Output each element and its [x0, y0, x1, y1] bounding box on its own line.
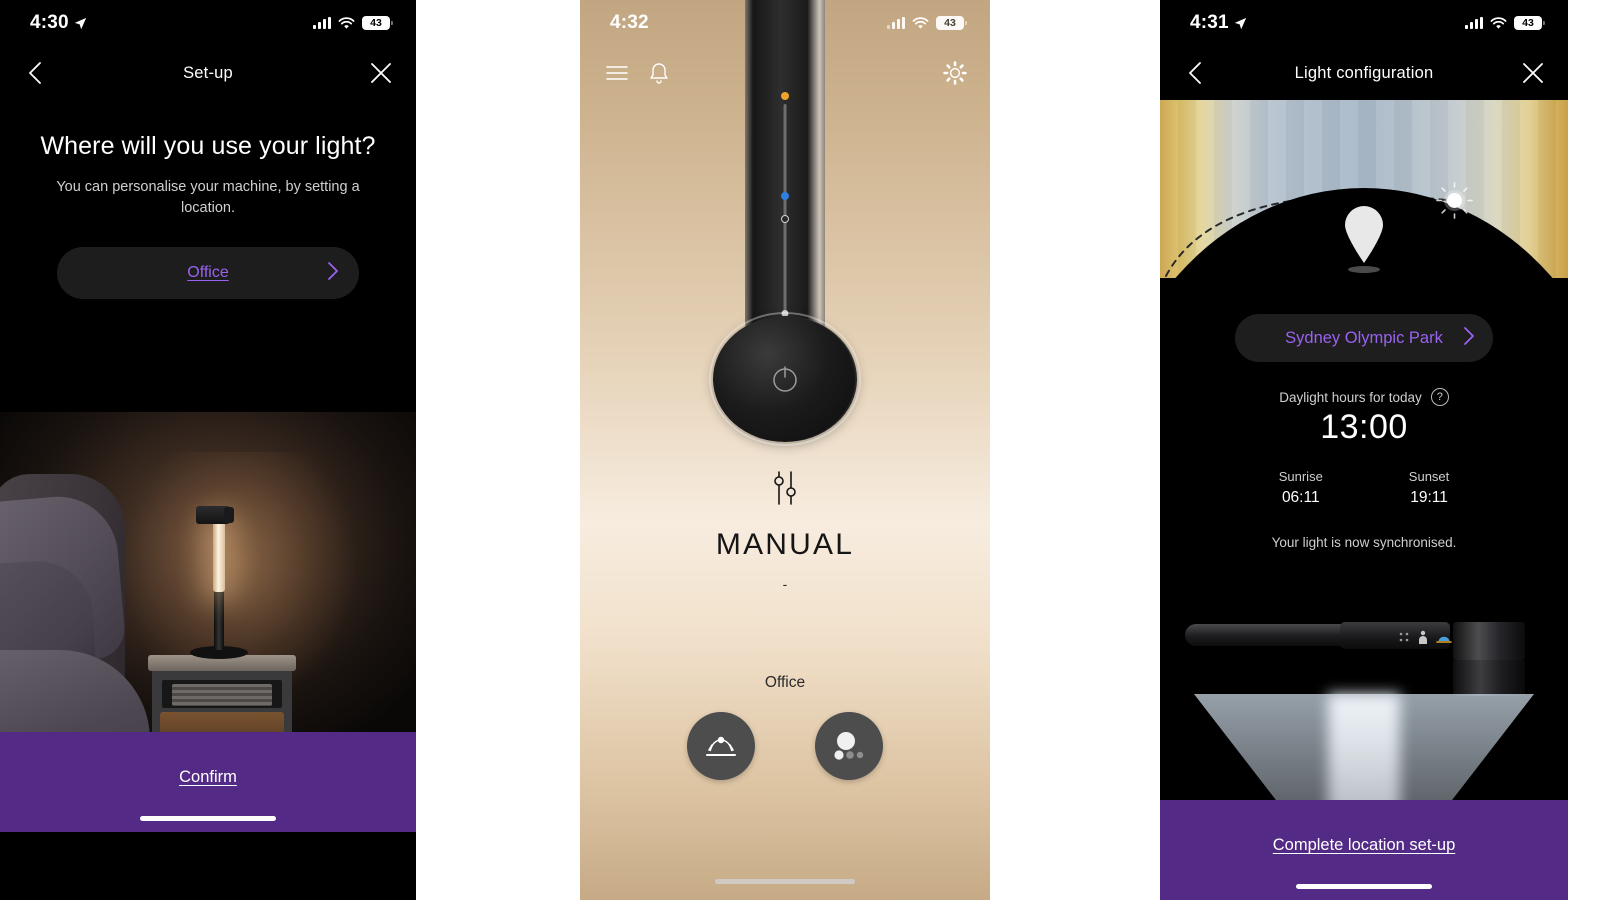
map-pin-icon: [1345, 206, 1383, 263]
person-icon: [1419, 630, 1427, 644]
knob-highlight-ring: [709, 312, 861, 446]
sliders-icon[interactable]: [580, 470, 990, 506]
ring-dot-icon[interactable]: [781, 215, 789, 223]
sunset-block: Sunset 19:11: [1409, 469, 1449, 507]
location-select-button[interactable]: Sydney Olympic Park: [1235, 314, 1493, 362]
status-bar: 4:32 43: [580, 0, 990, 46]
product-beam-image: [1160, 596, 1568, 800]
bell-icon[interactable]: [646, 60, 672, 86]
location-arrow-icon: [74, 17, 87, 29]
screen-control: 4:32 43 MANUAL - Office: [580, 0, 990, 900]
status-left: 4:30: [30, 12, 87, 34]
power-button[interactable]: [709, 312, 861, 446]
location-value: Office: [187, 264, 229, 282]
sun-path-graphic: [1160, 100, 1568, 278]
status-bar: 4:31 43: [1160, 0, 1568, 46]
wifi-icon: [338, 16, 355, 29]
action-buttons: [580, 712, 990, 780]
status-bar: 4:30 43: [0, 0, 416, 46]
status-time: 4:30: [30, 12, 69, 33]
complete-location-setup-button[interactable]: Complete location set-up: [1160, 800, 1568, 900]
mode-block: MANUAL -: [580, 470, 990, 592]
stacked-books: [172, 684, 272, 706]
cellular-bars-icon: [1465, 17, 1483, 29]
hamburger-menu-icon[interactable]: [604, 60, 630, 86]
mode-sub: -: [782, 576, 788, 592]
daylight-header: Daylight hours for today ?: [1160, 388, 1568, 406]
close-icon[interactable]: [368, 60, 394, 86]
lamp-head-lower: [1453, 660, 1525, 696]
status-right: 43: [887, 16, 967, 30]
sunrise-sunset-row: Sunrise 06:11 Sunset 19:11: [1160, 469, 1568, 507]
lamp-head: [196, 506, 234, 524]
daylight-tracking-button[interactable]: [687, 712, 755, 780]
location-value: Sydney Olympic Park: [1285, 328, 1443, 347]
status-time: 4:32: [610, 12, 649, 33]
mode-name: MANUAL: [715, 528, 855, 561]
wifi-icon: [912, 16, 929, 29]
cellular-bars-icon: [887, 17, 905, 29]
wifi-icon: [1490, 16, 1507, 29]
close-icon[interactable]: [1520, 60, 1546, 86]
pin-shadow: [1348, 266, 1380, 273]
battery-indicator: 43: [936, 16, 967, 30]
chevron-right-icon: [327, 261, 339, 286]
status-time: 4:31: [1190, 12, 1229, 33]
light-beam-core: [1328, 694, 1400, 800]
nav-bar: Light configuration: [1160, 46, 1568, 100]
sync-status-text: Your light is now synchronised.: [1271, 535, 1457, 550]
screen-light-configuration: 4:31 43 Light configuration Sydney Olymp…: [1160, 0, 1568, 900]
nav-bar: [580, 46, 990, 100]
room-label: Office: [764, 674, 806, 691]
brightness-levels-button[interactable]: [815, 712, 883, 780]
sun-arc-icon: [706, 736, 736, 756]
screenshot-stage: 4:30 43 Set-up Where will you use your l…: [0, 0, 1600, 900]
sunset-value: 19:11: [1410, 489, 1448, 506]
confirm-label: Confirm: [179, 768, 237, 786]
daylight-label: Daylight hours for today: [1279, 389, 1422, 405]
battery-indicator: 43: [1514, 16, 1545, 30]
coolness-dot-icon[interactable]: [781, 192, 789, 200]
status-left: 4:32: [610, 12, 649, 34]
home-indicator: [715, 879, 855, 884]
page-title: Light configuration: [1294, 63, 1434, 82]
daylight-value: 13:00: [1320, 408, 1408, 446]
status-right: 43: [313, 16, 393, 30]
chevron-left-icon[interactable]: [1182, 60, 1208, 86]
chevron-left-icon[interactable]: [22, 60, 48, 86]
home-indicator: [140, 816, 276, 821]
status-right: 43: [1465, 16, 1545, 30]
sunrise-value: 06:11: [1281, 489, 1320, 506]
sunrise-block: Sunrise 06:11: [1279, 469, 1323, 507]
lamp-stem: [214, 588, 224, 650]
screen-setup: 4:30 43 Set-up Where will you use your l…: [0, 0, 416, 900]
page-title: Set-up: [183, 63, 233, 82]
question-mark-icon[interactable]: ?: [1430, 388, 1449, 406]
sun-arc-icon: [1436, 636, 1452, 643]
confirm-button[interactable]: Confirm: [0, 732, 416, 832]
home-indicator: [1296, 884, 1432, 889]
cellular-bars-icon: [313, 17, 331, 29]
headline: Where will you use your light?: [40, 132, 376, 160]
battery-indicator: 43: [362, 16, 393, 30]
status-left: 4:31: [1190, 12, 1247, 34]
location-arrow-icon: [1234, 17, 1247, 29]
light-levels-icon: [834, 732, 864, 760]
sun-icon: [1447, 193, 1462, 208]
lamp-light-tube: [213, 522, 225, 592]
sunrise-label: Sunrise: [1278, 469, 1323, 484]
gear-icon[interactable]: [942, 60, 968, 86]
sub-text: You can personalise your machine, by set…: [56, 179, 360, 217]
nav-bar: Set-up: [0, 46, 416, 100]
lamp-body-icons: [1398, 630, 1452, 644]
complete-setup-label: Complete location set-up: [1272, 836, 1456, 854]
chevron-right-icon: [1463, 326, 1475, 351]
lamp-head-upper: [1453, 622, 1525, 660]
setup-body: Where will you use your light? You can p…: [0, 132, 416, 832]
sunset-label: Sunset: [1408, 469, 1450, 484]
location-select-button[interactable]: Office: [57, 247, 359, 300]
dots-icon: [1399, 632, 1409, 642]
